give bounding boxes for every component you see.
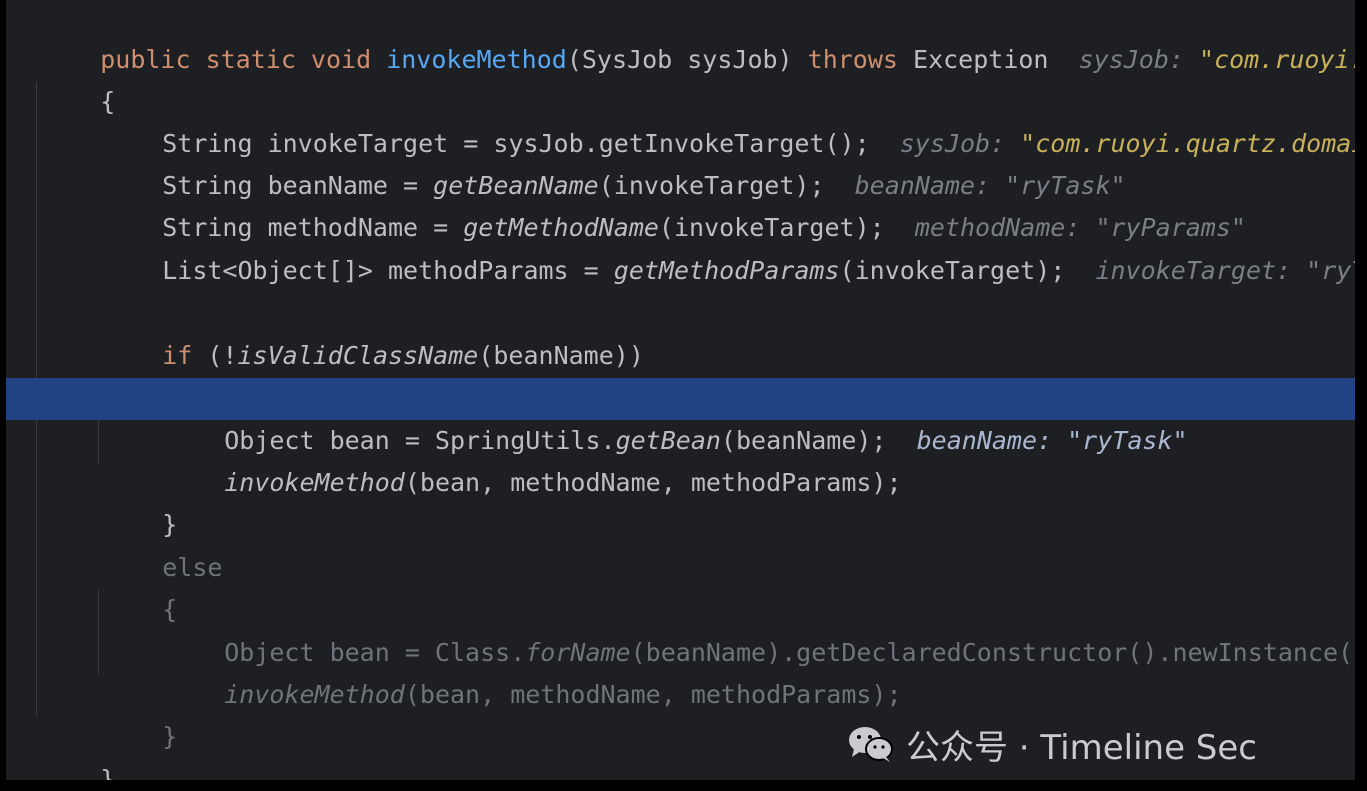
inline-hint-value: "ryTa bbox=[1306, 256, 1355, 285]
code-line-9[interactable]: { bbox=[6, 335, 1355, 412]
watermark-text: 公众号 · Timeline Sec bbox=[906, 727, 1257, 768]
code-editor[interactable]: public static void invokeMethod(SysJob s… bbox=[6, 0, 1355, 780]
code-line-3[interactable]: String invokeTarget = sysJob.getInvokeTa… bbox=[6, 81, 1355, 158]
inline-hint-label: invokeTarget: bbox=[1095, 256, 1307, 285]
wechat-icon bbox=[849, 727, 893, 762]
watermark: 公众号 · Timeline Sec bbox=[846, 716, 1257, 772]
code-line-16[interactable]: invokeMethod(bean, methodName, methodPar… bbox=[6, 632, 1355, 709]
code-line-1[interactable]: public static void invokeMethod(SysJob s… bbox=[6, 0, 1355, 74]
code-line-12[interactable]: } bbox=[6, 462, 1355, 539]
current-execution-line[interactable]: Object bean = SpringUtils.getBean(beanNa… bbox=[6, 378, 1355, 455]
code-line-15[interactable]: Object bean = Class.forName(beanName).ge… bbox=[6, 590, 1355, 667]
code-line-8[interactable]: if (!isValidClassName(beanName)) bbox=[6, 293, 1355, 370]
code-line-17[interactable]: } bbox=[6, 674, 1355, 751]
code-line-2[interactable]: { bbox=[6, 39, 1355, 116]
code-line-14[interactable]: { bbox=[6, 547, 1355, 624]
code-line-11[interactable]: invokeMethod(bean, methodName, methodPar… bbox=[6, 420, 1355, 497]
code-line-6[interactable]: List<Object[]> methodParams = getMethodP… bbox=[6, 208, 1355, 285]
code-line-13[interactable]: else bbox=[6, 505, 1355, 582]
code-line-5[interactable]: String methodName = getMethodName(invoke… bbox=[6, 165, 1355, 242]
code-line-4[interactable]: String beanName = getBeanName(invokeTarg… bbox=[6, 123, 1355, 200]
